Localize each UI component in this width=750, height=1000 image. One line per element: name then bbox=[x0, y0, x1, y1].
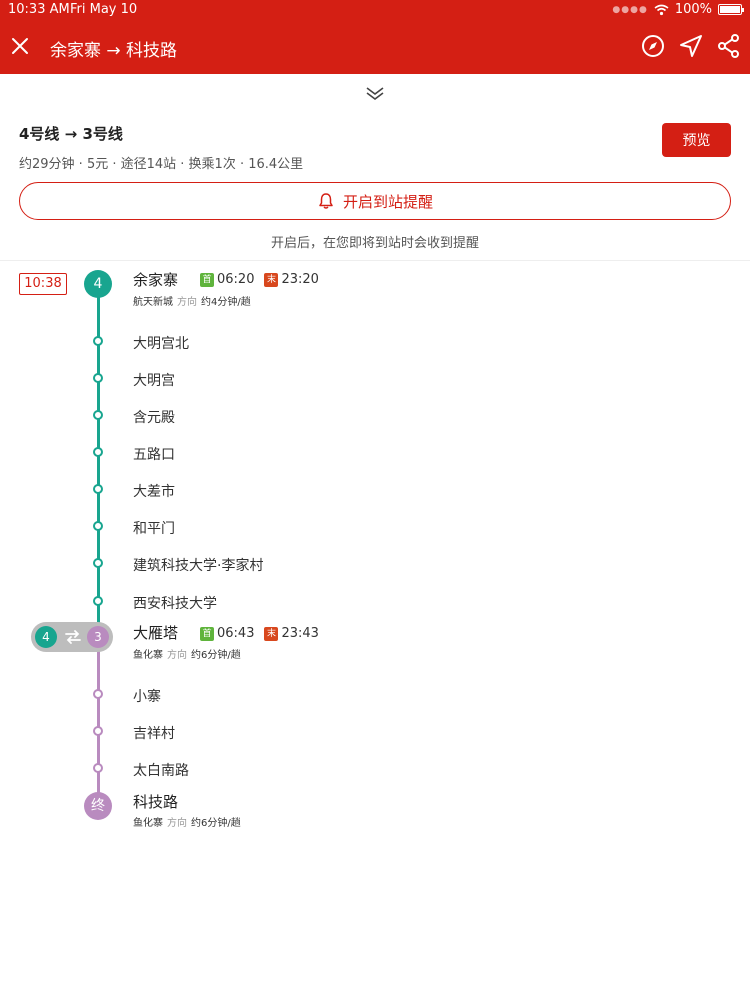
stop-dot bbox=[93, 596, 103, 606]
battery-icon bbox=[718, 4, 744, 15]
start-station-name[interactable]: 余家寨 bbox=[133, 269, 178, 290]
arrival-reminder-button[interactable]: 开启到站提醒 bbox=[19, 182, 731, 220]
bell-icon bbox=[319, 193, 333, 209]
last-train-tag: 末 bbox=[264, 272, 279, 287]
transfer-direction: 鱼化寨 方向 约6分钟/趟 bbox=[133, 646, 241, 661]
app-header: 10:33 AM Fri May 10 ●●●● 100% 余家寨 → 科技路 bbox=[0, 0, 750, 74]
stop-dot bbox=[93, 726, 103, 736]
route-summary-details: 约29分钟 · 5元 · 途径14站 · 换乘1次 · 16.4公里 bbox=[19, 157, 304, 172]
stop-name[interactable]: 含元殿 bbox=[133, 407, 175, 427]
divider bbox=[0, 260, 750, 261]
stop-dot bbox=[93, 763, 103, 773]
status-time: 10:33 AM bbox=[8, 2, 70, 17]
last-train-time: 23:43 bbox=[281, 626, 319, 641]
transfer-station-name[interactable]: 大雁塔 bbox=[133, 622, 178, 643]
first-train-time: 06:20 bbox=[217, 272, 255, 287]
frequency: 约4分钟/趟 bbox=[201, 297, 251, 308]
stop-dot bbox=[93, 689, 103, 699]
stop-name[interactable]: 五路口 bbox=[133, 444, 175, 464]
end-station-name[interactable]: 科技路 bbox=[133, 791, 178, 812]
frequency: 约6分钟/趟 bbox=[191, 650, 241, 661]
start-station-times: 首 06:20 末 23:20 bbox=[200, 272, 319, 287]
transfer-to-line: 3 bbox=[87, 626, 109, 648]
end-direction: 鱼化寨 方向 约6分钟/趟 bbox=[133, 814, 241, 829]
stop-name[interactable]: 大明宫北 bbox=[133, 333, 189, 353]
arrival-reminder-label: 开启到站提醒 bbox=[342, 192, 433, 211]
departure-time-badge: 10:38 bbox=[19, 273, 67, 295]
status-bar: 10:33 AM Fri May 10 ●●●● 100% bbox=[0, 0, 750, 20]
stop-dot bbox=[93, 410, 103, 420]
route-title: 余家寨 → 科技路 bbox=[50, 41, 178, 61]
close-icon[interactable] bbox=[8, 34, 32, 58]
direction-station: 鱼化寨 bbox=[133, 818, 163, 829]
line-3-track bbox=[97, 636, 100, 806]
signal-icon: ●●●● bbox=[612, 4, 648, 15]
transfer-badge: 4 3 bbox=[31, 622, 113, 652]
transfer-station-times: 首 06:43 末 23:43 bbox=[200, 626, 319, 641]
share-icon[interactable] bbox=[716, 33, 742, 59]
first-train-tag: 首 bbox=[200, 626, 214, 641]
last-train-tag: 末 bbox=[264, 626, 279, 641]
frequency: 约6分钟/趟 bbox=[191, 818, 241, 829]
direction-word: 方向 bbox=[167, 650, 187, 661]
stop-name[interactable]: 小寨 bbox=[133, 686, 161, 706]
status-indicators: ●●●● 100% bbox=[612, 2, 744, 17]
stop-dot bbox=[93, 447, 103, 457]
direction-station: 鱼化寨 bbox=[133, 650, 163, 661]
stop-dot bbox=[93, 373, 103, 383]
end-station-badge: 终 bbox=[84, 792, 112, 820]
status-date: Fri May 10 bbox=[70, 2, 138, 17]
transfer-from-line: 4 bbox=[35, 626, 57, 648]
route-summary-title: 4号线 → 3号线 bbox=[19, 125, 123, 143]
compass-icon[interactable] bbox=[640, 33, 666, 59]
first-train-time: 06:43 bbox=[217, 626, 255, 641]
reminder-note: 开启后，在您即将到站时会收到提醒 bbox=[270, 236, 479, 251]
stop-name[interactable]: 大差市 bbox=[133, 481, 175, 501]
navigate-icon[interactable] bbox=[678, 33, 704, 59]
stop-dot bbox=[93, 484, 103, 494]
stop-dot bbox=[93, 521, 103, 531]
stop-name[interactable]: 太白南路 bbox=[133, 760, 189, 780]
direction-station: 航天新城 bbox=[133, 297, 173, 308]
stop-name[interactable]: 大明宫 bbox=[133, 370, 175, 390]
battery-percent: 100% bbox=[674, 2, 712, 17]
first-train-tag: 首 bbox=[200, 272, 214, 287]
stop-name[interactable]: 建筑科技大学·李家村 bbox=[133, 555, 263, 575]
start-direction: 航天新城 方向 约4分钟/趟 bbox=[133, 293, 251, 308]
stop-name[interactable]: 和平门 bbox=[133, 518, 175, 538]
wifi-icon bbox=[654, 4, 669, 15]
direction-word: 方向 bbox=[167, 818, 187, 829]
transfer-swap-icon bbox=[65, 630, 81, 644]
last-train-time: 23:20 bbox=[281, 272, 319, 287]
stop-name[interactable]: 西安科技大学 bbox=[133, 593, 217, 613]
stop-name[interactable]: 吉祥村 bbox=[133, 723, 175, 743]
stop-dot bbox=[93, 336, 103, 346]
collapse-chevron-icon[interactable] bbox=[364, 82, 386, 104]
direction-word: 方向 bbox=[177, 297, 197, 308]
nav-bar: 余家寨 → 科技路 bbox=[0, 20, 750, 74]
start-line-badge: 4 bbox=[84, 270, 112, 298]
preview-button[interactable]: 预览 bbox=[662, 123, 731, 157]
stop-dot bbox=[93, 558, 103, 568]
